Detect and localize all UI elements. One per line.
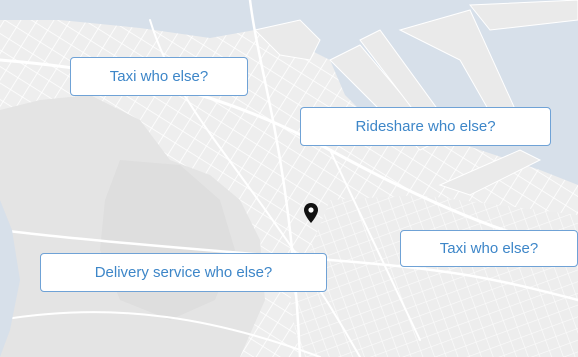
map-canvas[interactable] <box>0 0 578 357</box>
land-area-south <box>290 195 578 357</box>
map-view[interactable]: Taxi who else? Rideshare who else? Taxi … <box>0 0 578 357</box>
map-pin-icon[interactable] <box>304 203 318 223</box>
callout-label: Taxi who else? <box>439 240 539 257</box>
callout-taxi-east[interactable]: Taxi who else? <box>400 230 578 267</box>
callout-label: Taxi who else? <box>109 68 209 85</box>
callout-taxi-north[interactable]: Taxi who else? <box>70 57 248 96</box>
callout-label: Delivery service who else? <box>94 264 273 281</box>
callout-delivery-service[interactable]: Delivery service who else? <box>40 253 327 292</box>
callout-rideshare[interactable]: Rideshare who else? <box>300 107 551 146</box>
callout-label: Rideshare who else? <box>355 118 496 135</box>
